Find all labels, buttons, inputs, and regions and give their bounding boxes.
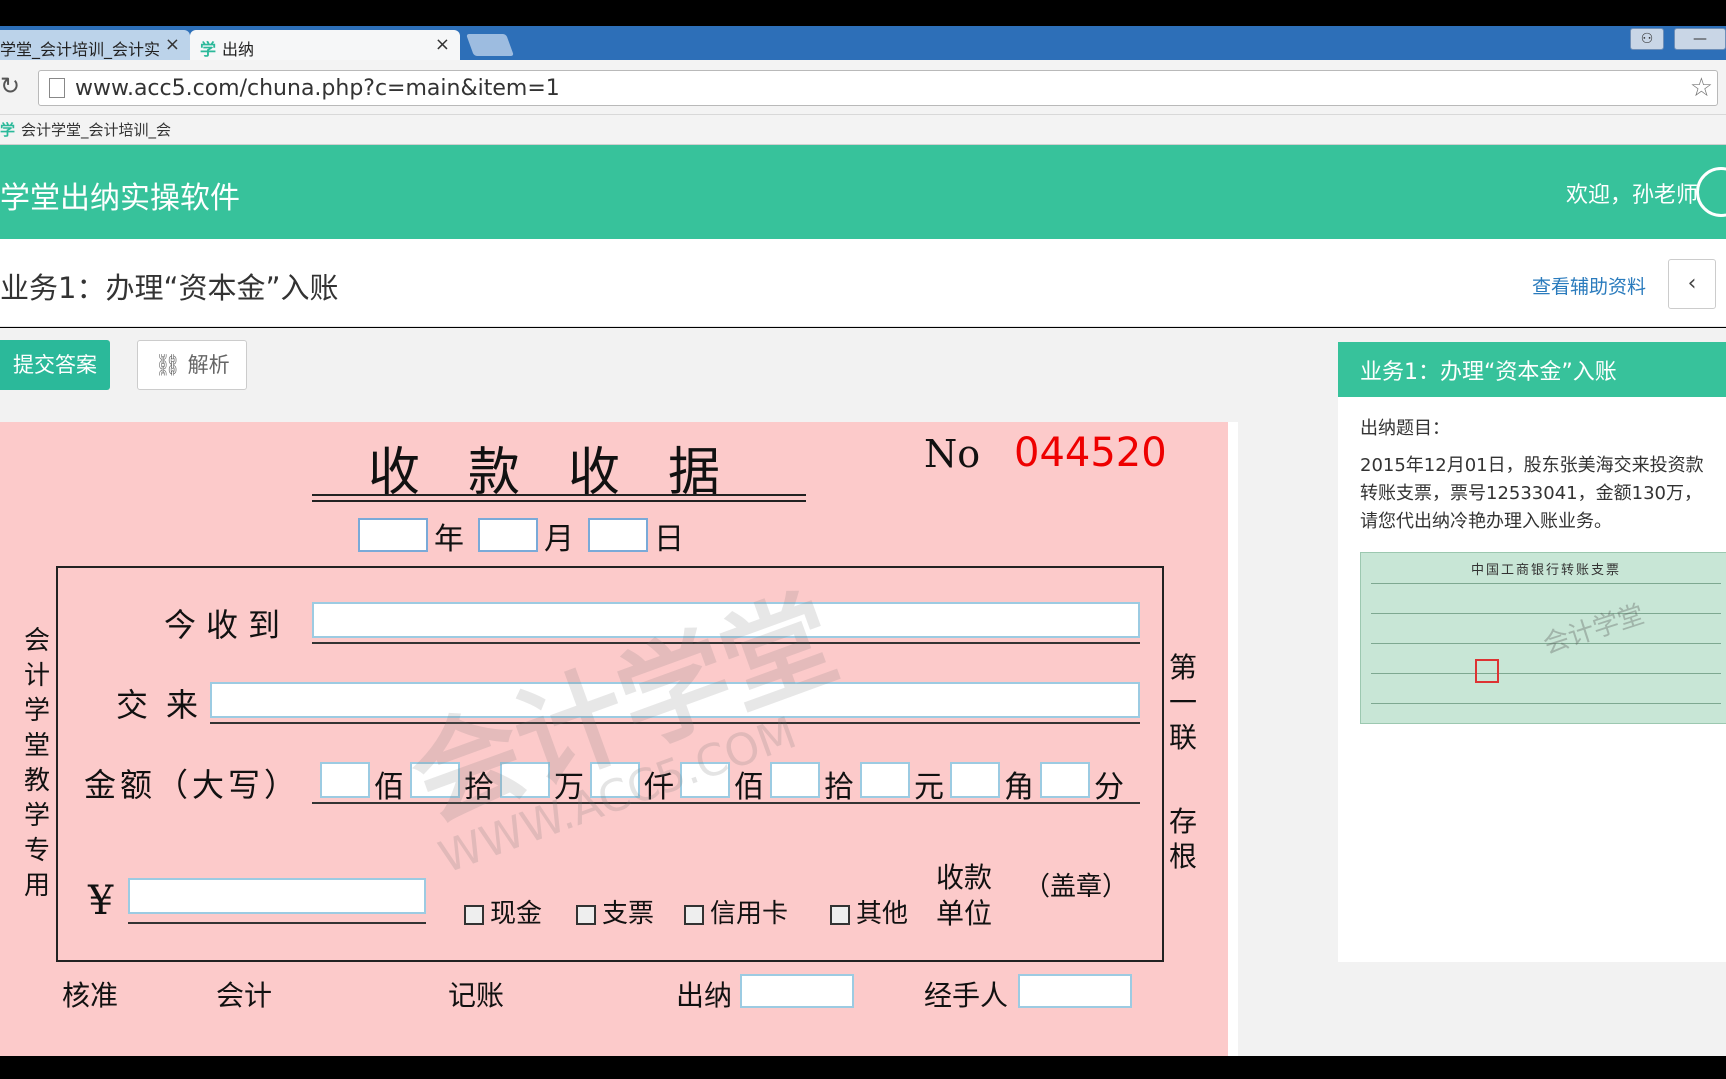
- close-icon[interactable]: ×: [165, 34, 180, 55]
- tab-title: 学堂_会计培训_会计实: [0, 40, 161, 59]
- site-logo-icon: 学: [200, 40, 217, 59]
- check-line: [1371, 703, 1721, 704]
- payment-credit-card-checkbox[interactable]: 信用卡: [684, 893, 788, 930]
- cashier-input[interactable]: [740, 974, 854, 1008]
- address-bar: ↻ www.acc5.com/chuna.php?c=main&item=1 ☆: [0, 60, 1726, 115]
- checkbox-label: 现金: [490, 899, 543, 929]
- digit-input[interactable]: [1040, 762, 1090, 798]
- user-icon[interactable]: ⚇: [1630, 28, 1664, 50]
- stub-text: 存根: [1168, 805, 1197, 873]
- site-logo-icon: 学: [0, 121, 16, 139]
- digit-unit: 分: [1094, 770, 1124, 805]
- link-icon: ⛓: [154, 353, 181, 377]
- payee-unit-label: 单位: [936, 897, 993, 930]
- payee-unit-label: 收款: [936, 861, 993, 894]
- analysis-label: 解析: [187, 353, 230, 377]
- transfer-check-image[interactable]: 中国工商银行转账支票 会计学堂: [1360, 552, 1726, 724]
- amount-words-label: 金额（大写）: [84, 766, 301, 804]
- panel-title: 业务1：办理“资本金”入账: [1338, 342, 1726, 397]
- handler-label: 经手人: [924, 979, 1009, 1012]
- task-header: 业务1：办理“资本金”入账 查看辅助资料 ‹: [0, 239, 1726, 327]
- avatar[interactable]: [1696, 167, 1726, 217]
- handler-input[interactable]: [1018, 974, 1132, 1008]
- digit-input[interactable]: [770, 762, 820, 798]
- browser-tab-accounting[interactable]: 学堂_会计培训_会计实 ×: [0, 30, 190, 60]
- checkbox-icon[interactable]: [576, 905, 596, 925]
- received-from-label: 今收到: [164, 606, 291, 644]
- bookmark-label: 会计学堂_会计培训_会: [21, 121, 172, 139]
- digit-input[interactable]: [950, 762, 1000, 798]
- checkbox-icon[interactable]: [464, 905, 484, 925]
- bookkeeping-label: 记账: [448, 979, 505, 1012]
- app-header: 学堂出纳实操软件 欢迎，孙老师: [0, 145, 1726, 239]
- cashier-label: 出纳: [676, 979, 733, 1012]
- checkbox-label: 其他: [856, 899, 909, 929]
- digit-unit: 佰: [374, 770, 404, 805]
- year-label: 年: [434, 522, 464, 557]
- day-label: 日: [654, 522, 684, 557]
- digit-unit: 元: [914, 770, 944, 805]
- checkbox-label: 支票: [602, 899, 655, 929]
- browser-tab-cashier[interactable]: 学出纳 ×: [190, 30, 460, 60]
- tab-title: 出纳: [222, 40, 255, 59]
- day-input[interactable]: [588, 518, 648, 552]
- approve-label: 核准: [62, 979, 119, 1012]
- left-vertical-text: 会计学堂教学专用: [23, 626, 50, 901]
- question-label: 出纳题目：: [1360, 418, 1450, 439]
- digit-input[interactable]: [320, 762, 370, 798]
- analysis-button[interactable]: ⛓ 解析: [137, 340, 247, 390]
- digit-unit: 拾: [824, 770, 854, 805]
- task-title: 业务1：办理“资本金”入账: [0, 271, 339, 305]
- welcome-text: 欢迎，孙老师: [1565, 183, 1698, 208]
- digit-input[interactable]: [860, 762, 910, 798]
- accountant-label: 会计: [216, 979, 273, 1012]
- check-title: 中国工商银行转账支票: [1471, 563, 1622, 578]
- year-input[interactable]: [358, 518, 428, 552]
- bookmark-item[interactable]: 学会计学堂_会计培训_会: [0, 119, 171, 140]
- month-input[interactable]: [478, 518, 538, 552]
- receipt-number: 044520: [1014, 430, 1167, 476]
- check-watermark: 会计学堂: [1539, 599, 1648, 661]
- check-line: [1371, 583, 1721, 584]
- receipt-no-label: No: [924, 432, 981, 476]
- close-icon[interactable]: ×: [435, 34, 450, 55]
- seal-label: （盖章）: [1024, 872, 1129, 902]
- page-icon: [49, 78, 65, 98]
- question-line: 转账支票，票号12533041，金额130万，: [1360, 483, 1702, 504]
- underline: [128, 922, 426, 924]
- prev-task-button[interactable]: ‹: [1668, 259, 1716, 309]
- question-line: 请您代出纳冷艳办理入账业务。: [1360, 511, 1612, 532]
- app-title: 学堂出纳实操软件: [0, 181, 240, 216]
- amount-number-input[interactable]: [128, 878, 426, 914]
- task-info-panel: 业务1：办理“资本金”入账 出纳题目： 2015年12月01日，股东张美海交来投…: [1338, 342, 1726, 962]
- checkbox-icon[interactable]: [684, 905, 704, 925]
- digit-unit: 角: [1004, 770, 1034, 805]
- question-text: 2015年12月01日，股东张美海交来投资款 转账支票，票号12533041，金…: [1360, 452, 1726, 536]
- checkbox-label: 信用卡: [710, 899, 789, 929]
- check-line: [1371, 613, 1721, 614]
- question-line: 2015年12月01日，股东张美海交来投资款: [1360, 455, 1704, 476]
- bookmark-star-icon[interactable]: ☆: [1690, 73, 1713, 103]
- payment-cheque-checkbox[interactable]: 支票: [576, 893, 654, 930]
- checkbox-icon[interactable]: [830, 905, 850, 925]
- new-tab-button[interactable]: [465, 34, 515, 56]
- month-label: 月: [544, 522, 574, 557]
- screen: 学堂_会计培训_会计实 × 学出纳 × ⚇ — ↻ www.acc5.com/c…: [0, 0, 1726, 1079]
- bookmarks-bar: 学会计学堂_会计培训_会: [0, 115, 1726, 145]
- minimize-button[interactable]: —: [1674, 28, 1726, 50]
- payment-cash-checkbox[interactable]: 现金: [464, 893, 542, 930]
- reload-icon[interactable]: ↻: [0, 72, 20, 100]
- check-line: [1371, 673, 1721, 674]
- copy-number-text: 第一联: [1168, 651, 1197, 754]
- paid-for-label: 交来: [116, 686, 217, 724]
- currency-symbol: ¥: [88, 878, 124, 924]
- payment-other-checkbox[interactable]: 其他: [830, 893, 908, 930]
- submit-answer-button[interactable]: 提交答案: [0, 340, 110, 390]
- title-underline: [312, 494, 806, 502]
- url-text: www.acc5.com/chuna.php?c=main&item=1: [75, 76, 560, 101]
- browser-tab-bar: 学堂_会计培训_会计实 × 学出纳 × ⚇ —: [0, 26, 1726, 60]
- url-field[interactable]: www.acc5.com/chuna.php?c=main&item=1 ☆: [38, 70, 1718, 106]
- view-aux-materials-link[interactable]: 查看辅助资料: [1532, 272, 1646, 299]
- seal-stamp-icon: [1475, 659, 1499, 683]
